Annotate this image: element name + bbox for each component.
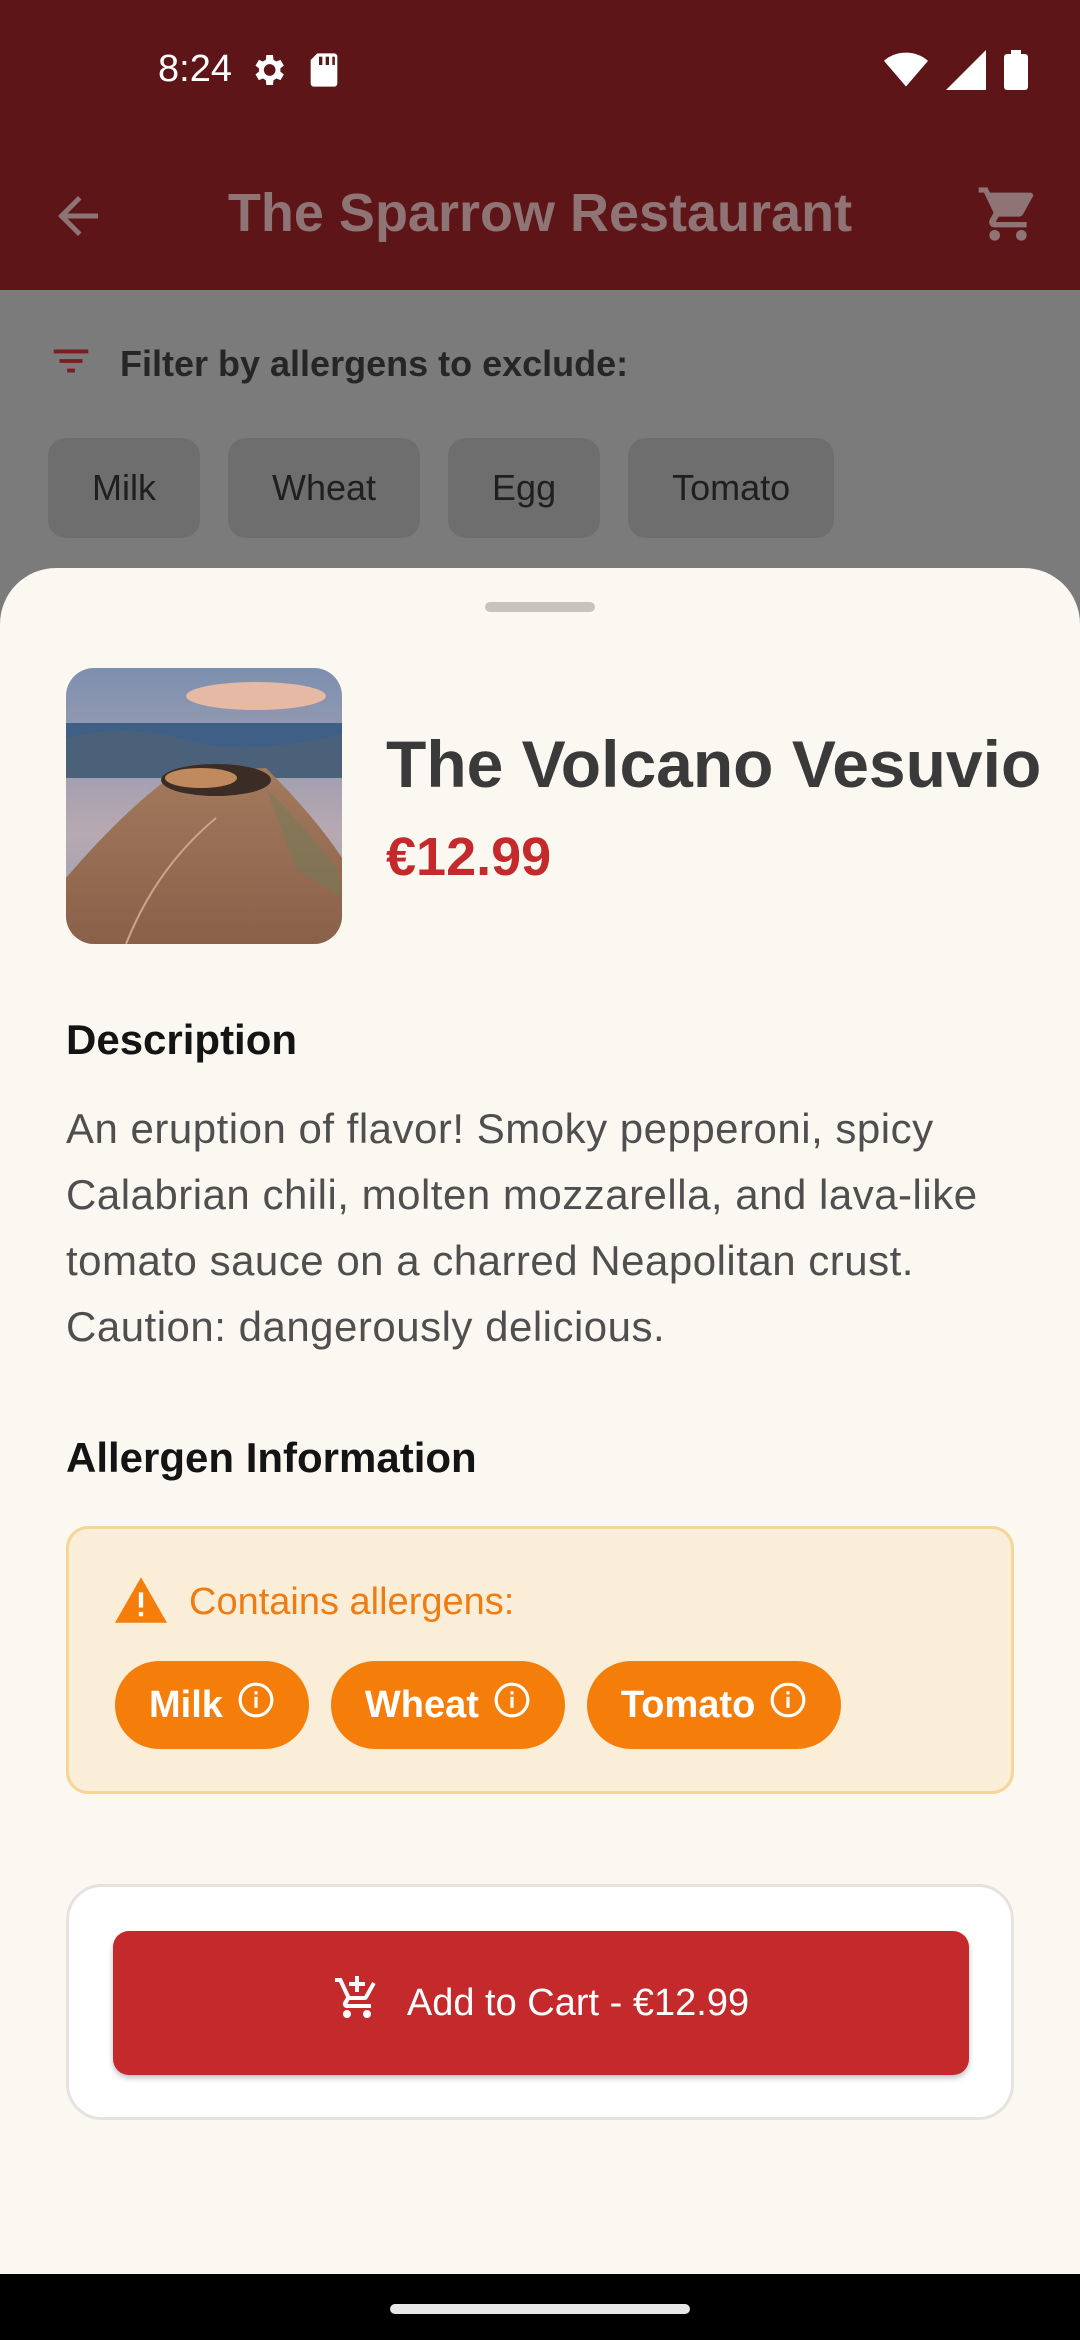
allergen-chip-label: Tomato xyxy=(620,1683,756,1726)
info-icon xyxy=(237,1681,275,1729)
add-to-cart-card: Add to Cart - €12.99 xyxy=(66,1884,1014,2120)
add-to-cart-label: Add to Cart - €12.99 xyxy=(406,1981,750,2024)
status-bar: 8:24 xyxy=(0,0,1080,140)
allergen-chip-wheat[interactable]: Wheat xyxy=(330,1661,565,1749)
description-heading: Description xyxy=(66,1016,298,1063)
filter-chip-tomato[interactable]: Tomato xyxy=(628,438,835,538)
item-image xyxy=(66,668,342,944)
allergen-chip-label: Milk xyxy=(149,1683,223,1726)
allergen-chip-milk[interactable]: Milk xyxy=(115,1661,309,1749)
app-title: The Sparrow Restaurant xyxy=(227,183,853,243)
screen: 8:24 The Sparrow Restaurant Filter by al… xyxy=(0,0,1080,2340)
navigation-bar xyxy=(0,2274,1080,2340)
drag-handle[interactable] xyxy=(485,602,595,612)
allergen-warning-label: Contains allergens: xyxy=(189,1581,515,1623)
allergen-chips: Milk Wheat Tomato xyxy=(115,1661,842,1749)
info-icon xyxy=(493,1681,531,1729)
warning-icon xyxy=(115,1577,167,1628)
description-text: An eruption of flavor! Smoky pepperoni, … xyxy=(66,1105,978,1350)
home-gesture-handle[interactable] xyxy=(390,2304,690,2314)
battery-icon xyxy=(1004,50,1028,95)
status-time: 8:24 xyxy=(158,48,232,90)
allergen-chip-label: Wheat xyxy=(364,1683,479,1726)
filter-chip-egg[interactable]: Egg xyxy=(448,438,601,538)
wifi-icon xyxy=(884,50,928,95)
filter-label: Filter by allergens to exclude: xyxy=(120,342,629,384)
cell-signal-icon xyxy=(946,50,986,95)
allergen-heading: Allergen Information xyxy=(66,1434,477,1481)
filter-chips: Milk Wheat Egg Tomato xyxy=(48,438,835,538)
app-bar: The Sparrow Restaurant xyxy=(0,140,1080,290)
filter-chip-milk[interactable]: Milk xyxy=(48,438,200,538)
add-shopping-cart-icon xyxy=(333,1974,381,2032)
filter-icon xyxy=(48,338,94,389)
shopping-cart-icon[interactable] xyxy=(976,182,1040,246)
item-detail-sheet: The Volcano Vesuvio €12.99 Description A… xyxy=(0,568,1080,2274)
info-icon xyxy=(769,1681,807,1729)
add-to-cart-button[interactable]: Add to Cart - €12.99 xyxy=(113,1931,969,2075)
settings-icon xyxy=(248,50,288,95)
sd-card-icon xyxy=(306,50,342,95)
item-name: The Volcano Vesuvio xyxy=(386,727,1042,801)
filter-chip-wheat[interactable]: Wheat xyxy=(227,438,421,538)
allergen-chip-tomato[interactable]: Tomato xyxy=(586,1661,842,1749)
item-price: €12.99 xyxy=(386,827,552,887)
allergen-warning-box: Contains allergens: Milk Wheat Tomato xyxy=(66,1526,1014,1794)
